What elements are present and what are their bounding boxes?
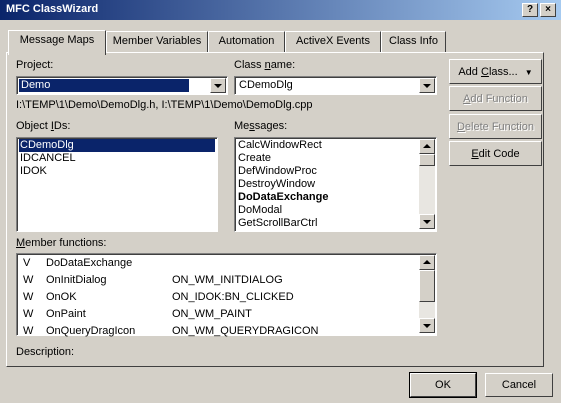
list-item[interactable]: DoModal xyxy=(237,204,282,217)
impl-cell: ON_WM_INITDIALOG xyxy=(172,274,283,286)
messages-list[interactable]: CalcWindowRect Create DefWindowProc Dest… xyxy=(234,137,437,232)
list-item-bold[interactable]: DoDataExchange xyxy=(237,191,328,204)
kind-cell: W xyxy=(23,308,34,320)
table-row[interactable]: W OnPaint ON_WM_PAINT xyxy=(19,306,419,323)
add-function-button[interactable]: Add Function xyxy=(449,86,542,111)
project-label: Project: xyxy=(16,59,54,71)
kind-cell: W xyxy=(23,274,34,286)
scroll-thumb[interactable] xyxy=(419,270,435,302)
name-cell: OnOK xyxy=(46,291,77,303)
table-row[interactable]: W OnOK ON_IDOK:BN_CLICKED xyxy=(19,289,419,306)
scroll-thumb[interactable] xyxy=(419,154,435,166)
class-name-dropdown-button[interactable] xyxy=(419,78,435,93)
scroll-down-button[interactable] xyxy=(419,214,435,229)
table-row[interactable]: W OnQueryDragIcon ON_WM_QUERYDRAGICON xyxy=(19,323,419,340)
chevron-down-icon xyxy=(214,84,222,88)
scroll-up-button[interactable] xyxy=(419,139,435,154)
scroll-down-icon xyxy=(423,324,431,328)
messages-scrollbar[interactable] xyxy=(419,139,435,229)
messages-label: Messages: xyxy=(234,120,288,132)
class-name-combo[interactable]: CDemoDlg xyxy=(234,76,437,95)
table-row[interactable]: V DoDataExchange xyxy=(19,255,419,272)
description-label: Description: xyxy=(16,346,75,358)
project-combo[interactable]: Demo xyxy=(16,76,228,95)
class-name-value: CDemoDlg xyxy=(239,79,293,91)
scroll-up-icon xyxy=(423,144,431,148)
object-ids-list[interactable]: CDemoDlg IDCANCEL IDOK xyxy=(16,137,218,232)
list-item[interactable]: GetScrollBarCtrl xyxy=(237,217,317,230)
list-item[interactable]: Create xyxy=(237,152,271,165)
scroll-up-button[interactable] xyxy=(419,255,435,270)
list-item[interactable]: DestroyWindow xyxy=(237,178,315,191)
file-path: I:\TEMP\1\Demo\DemoDlg.h, I:\TEMP\1\Demo… xyxy=(16,99,313,111)
delete-function-button[interactable]: Delete Function xyxy=(449,114,542,139)
member-functions-scrollbar[interactable] xyxy=(419,255,435,333)
chevron-down-icon: ▼ xyxy=(524,68,533,77)
panel-content: Project: Demo Class name: CDemoDlg I:\TE… xyxy=(0,0,561,403)
member-functions-label: Member functions: xyxy=(16,237,107,249)
member-functions-list[interactable]: V DoDataExchange W OnInitDialog ON_WM_IN… xyxy=(16,253,437,337)
name-cell: DoDataExchange xyxy=(46,257,133,269)
class-name-label: Class name: xyxy=(234,59,296,71)
name-cell: OnQueryDragIcon xyxy=(46,325,136,337)
kind-cell: W xyxy=(23,291,34,303)
kind-cell: V xyxy=(23,257,31,269)
object-ids-label: Object IDs: xyxy=(16,120,71,132)
list-item[interactable]: IDCANCEL xyxy=(19,152,76,165)
project-dropdown-button[interactable] xyxy=(210,78,226,93)
project-value: Demo xyxy=(21,79,51,91)
scroll-down-icon xyxy=(423,220,431,224)
table-row[interactable]: W OnInitDialog ON_WM_INITDIALOG xyxy=(19,272,419,289)
kind-cell: W xyxy=(23,325,34,337)
impl-cell: ON_WM_QUERYDRAGICON xyxy=(172,325,319,337)
name-cell: OnInitDialog xyxy=(46,274,107,286)
chevron-down-icon xyxy=(423,84,431,88)
edit-code-button[interactable]: Edit Code xyxy=(449,141,542,166)
scroll-down-button[interactable] xyxy=(419,318,435,333)
list-item[interactable]: DefWindowProc xyxy=(237,165,317,178)
add-class-button[interactable]: Add Class... ▼ xyxy=(449,59,542,84)
list-item[interactable]: IDOK xyxy=(19,165,47,178)
list-item[interactable]: CDemoDlg xyxy=(19,139,215,152)
list-item[interactable]: CalcWindowRect xyxy=(237,139,322,152)
scroll-up-icon xyxy=(423,260,431,264)
impl-cell: ON_IDOK:BN_CLICKED xyxy=(172,291,294,303)
name-cell: OnPaint xyxy=(46,308,86,320)
impl-cell: ON_WM_PAINT xyxy=(172,308,252,320)
